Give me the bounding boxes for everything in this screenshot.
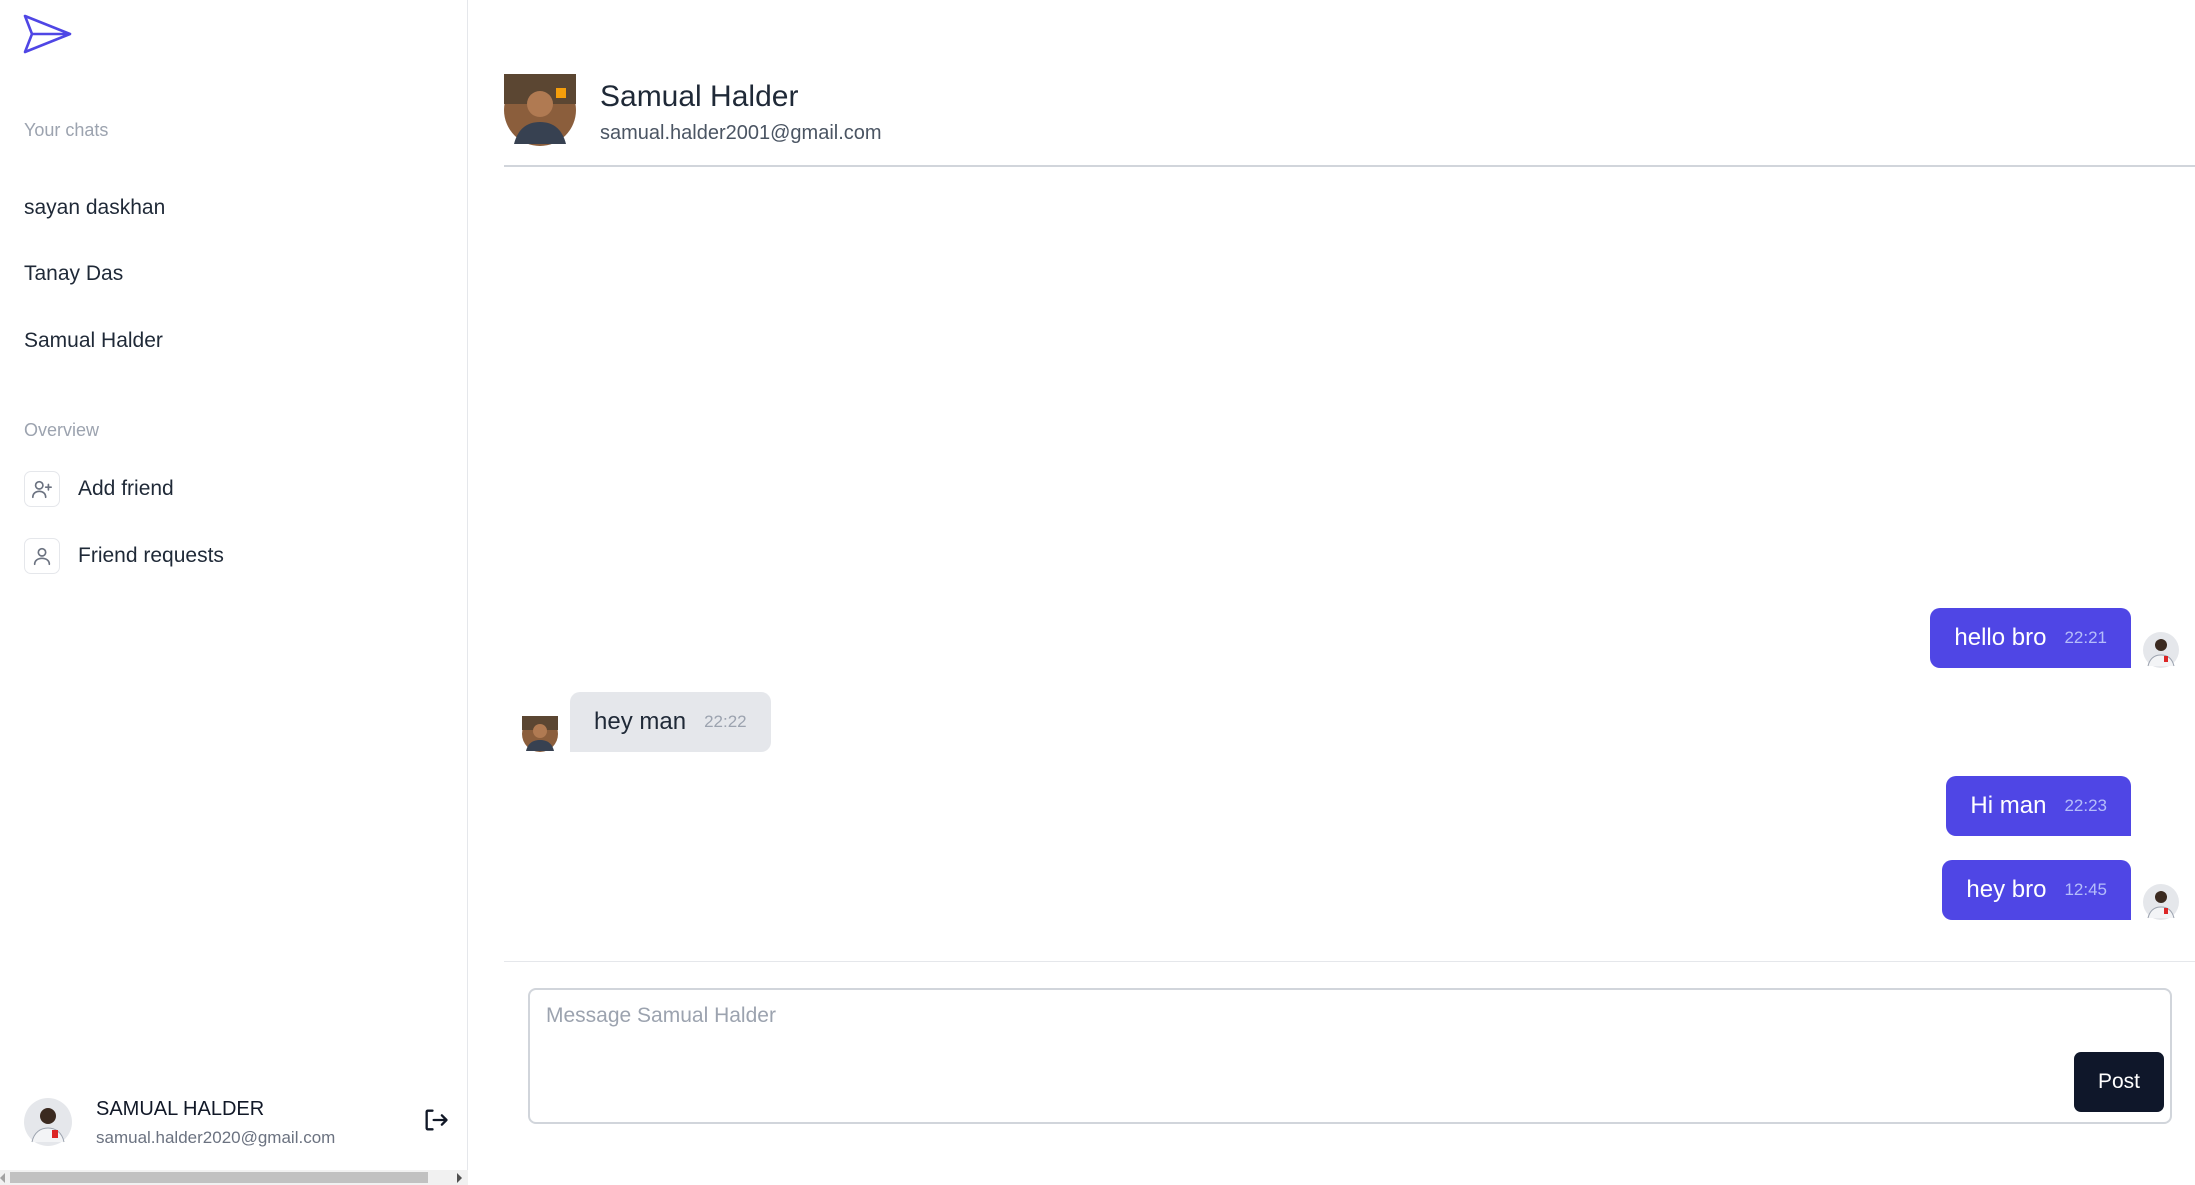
post-button[interactable]: Post	[2074, 1052, 2164, 1112]
sidebar-horizontal-scrollbar[interactable]	[0, 1170, 468, 1185]
message-composer: Post	[504, 961, 2195, 1185]
message-bubble-outgoing: hey bro 12:45	[1942, 860, 2131, 920]
chat-header: Samual Halder samual.halder2001@gmail.co…	[504, 0, 2195, 167]
chat-app: Your chats sayan daskhan Tanay Das Samua…	[0, 0, 2195, 1185]
message-input[interactable]	[546, 1004, 1946, 1094]
scrollbar-thumb[interactable]	[10, 1172, 428, 1183]
message-bubble-incoming: hey man 22:22	[570, 692, 771, 752]
nav-friend-requests-label: Friend requests	[78, 544, 224, 567]
nav-add-friend-label: Add friend	[78, 477, 174, 500]
your-chats-heading: Your chats	[24, 120, 109, 140]
user-plus-icon	[24, 471, 60, 507]
sidebar: Your chats sayan daskhan Tanay Das Samua…	[0, 0, 468, 1185]
message-bubble-outgoing: Hi man 22:23	[1946, 776, 2131, 836]
scroll-right-arrow-icon[interactable]	[457, 1173, 462, 1183]
paper-plane-logo-icon[interactable]	[22, 12, 74, 56]
message-text: hello bro	[1954, 624, 2047, 651]
message-time: 22:23	[2064, 796, 2107, 815]
nav-friend-requests[interactable]: Friend requests	[24, 537, 224, 575]
current-user-profile: SAMUAL HALDER samual.halder2020@gmail.co…	[24, 1094, 454, 1154]
message-text: hey bro	[1966, 876, 2047, 903]
sender-avatar	[2143, 632, 2179, 668]
chat-partner-email: samual.halder2001@gmail.com	[600, 122, 882, 144]
overview-heading: Overview	[24, 420, 100, 440]
nav-add-friend[interactable]: Add friend	[24, 470, 174, 508]
message-time: 22:21	[2064, 628, 2107, 647]
message-list: hello bro 22:21 hey man 22:22 Hi man 22:…	[504, 168, 2195, 960]
chat-item-sayan-daskhan[interactable]: sayan daskhan	[24, 196, 165, 220]
sender-avatar	[2143, 884, 2179, 920]
chat-item-tanay-das[interactable]: Tanay Das	[24, 262, 123, 286]
scroll-left-arrow-icon[interactable]	[0, 1173, 5, 1183]
profile-name: SAMUAL HALDER	[96, 1098, 265, 1120]
message-text: hey man	[594, 708, 687, 735]
message-text: Hi man	[1970, 792, 2047, 819]
profile-email: samual.halder2020@gmail.com	[96, 1128, 336, 1147]
message-time: 12:45	[2064, 880, 2107, 899]
sign-out-icon[interactable]	[422, 1106, 450, 1134]
chat-partner-name: Samual Halder	[600, 80, 799, 113]
partner-avatar	[522, 716, 558, 752]
chat-partner-avatar	[504, 74, 576, 146]
message-bubble-outgoing: hello bro 22:21	[1930, 608, 2131, 668]
composer-box: Post	[528, 988, 2172, 1124]
user-avatar	[24, 1098, 72, 1146]
message-time: 22:22	[704, 712, 747, 731]
user-icon	[24, 538, 60, 574]
chat-item-samual-halder[interactable]: Samual Halder	[24, 329, 163, 353]
